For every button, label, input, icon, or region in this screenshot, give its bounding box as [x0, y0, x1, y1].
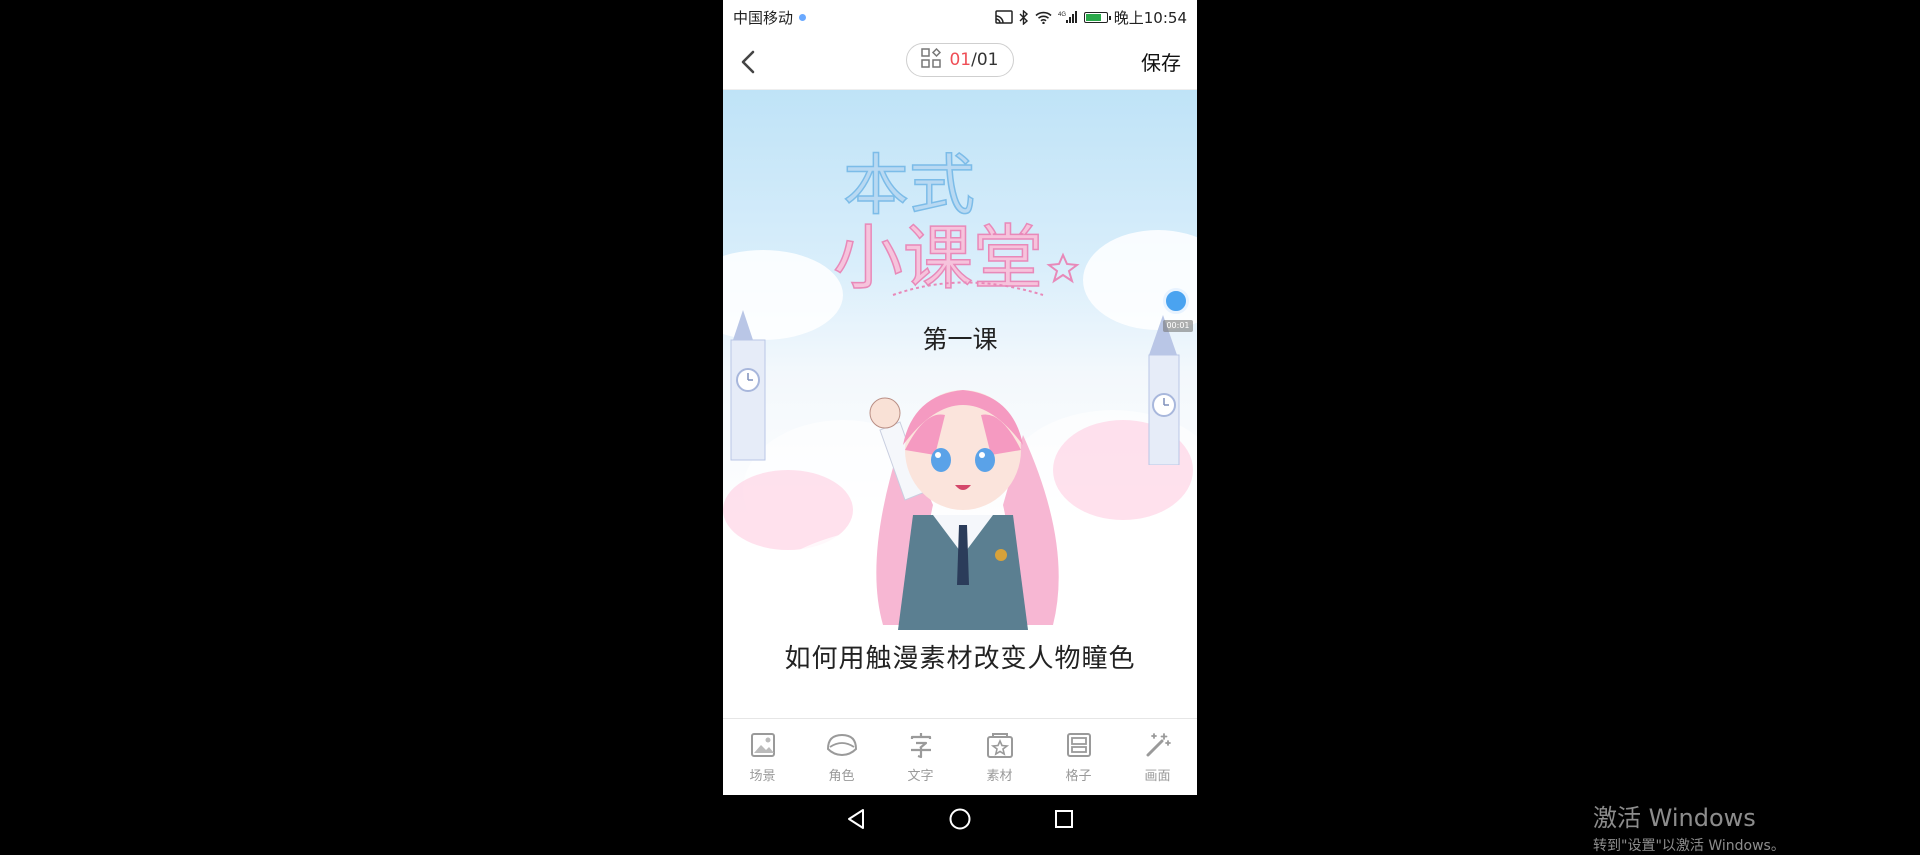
tool-character[interactable]: 角色 — [807, 731, 877, 784]
star-icon — [1046, 252, 1080, 284]
page-total: 01 — [976, 50, 999, 70]
anime-girl-character — [869, 390, 1059, 630]
tool-label: 角色 — [828, 768, 855, 784]
panel-icon — [1066, 732, 1091, 757]
tool-label: 格子 — [1065, 768, 1092, 784]
nav-recents-button[interactable] — [1049, 804, 1079, 834]
nav-home-button[interactable] — [945, 804, 975, 834]
windows-activation-watermark: 激活 Windows 转到"设置"以激活 Windows。 — [1593, 798, 1785, 855]
chevron-left-icon — [741, 50, 755, 74]
clock: 晚上10:54 — [1113, 8, 1187, 27]
carrier-name: 中国移动 — [733, 8, 794, 27]
status-right: 4G 晚上10:54 — [995, 7, 1187, 28]
page-current: 01 — [949, 50, 972, 70]
save-button[interactable]: 保存 — [1141, 47, 1181, 76]
grid-icon — [921, 47, 942, 73]
logo-line1: 本式 — [843, 147, 975, 224]
character-icon — [826, 733, 857, 756]
svg-text:4G: 4G — [1058, 12, 1066, 18]
tool-label: 场景 — [749, 768, 776, 784]
tool-scene[interactable]: 场景 — [728, 731, 798, 784]
android-nav-bar — [723, 795, 1197, 843]
material-icon — [986, 732, 1013, 758]
page-counter: 01/01 — [949, 50, 998, 70]
tool-text[interactable]: 文字 — [886, 731, 956, 784]
tool-panel[interactable]: 格子 — [1044, 731, 1114, 784]
wifi-icon — [1035, 11, 1052, 24]
lesson-logo: 本式 小课堂 — [833, 146, 1080, 300]
status-left: 中国移动 — [733, 7, 807, 28]
watermark-subtitle: 转到"设置"以激活 Windows。 — [1593, 838, 1785, 854]
watermark-title: 激活 Windows — [1593, 804, 1756, 832]
editor-top-bar: 01/01 保存 — [723, 34, 1197, 90]
page-selector[interactable]: 01/01 — [906, 43, 1014, 77]
notification-dot-icon — [799, 13, 807, 21]
floating-record-button[interactable] — [1163, 288, 1189, 314]
floating-record-time: 00:01 — [1163, 320, 1193, 332]
cast-icon — [995, 10, 1013, 24]
bluetooth-icon — [1019, 9, 1029, 25]
tool-label: 素材 — [986, 768, 1013, 784]
signal-icon: 4G — [1058, 10, 1078, 24]
text-icon — [910, 732, 931, 758]
tool-label: 画面 — [1144, 768, 1171, 784]
nav-back-button[interactable] — [841, 804, 871, 834]
editor-toolbar: 场景 角色 文字 素材 格子 画面 — [723, 718, 1197, 795]
battery-icon — [1083, 11, 1111, 23]
tool-material[interactable]: 素材 — [965, 731, 1035, 784]
circle-home-icon — [949, 808, 971, 830]
status-bar: 中国移动 4G 晚上10:54 — [723, 0, 1197, 34]
phone-screen: 中国移动 4G 晚上10:54 01/01 保存 本式 小课堂 第一课 如何用触… — [723, 0, 1197, 843]
back-button[interactable] — [735, 48, 763, 76]
lesson-number: 第一课 — [922, 325, 998, 354]
triangle-back-icon — [848, 809, 864, 829]
tool-label: 文字 — [907, 768, 934, 784]
square-recents-icon — [1055, 810, 1073, 828]
tool-frame[interactable]: 画面 — [1123, 731, 1193, 784]
magic-wand-icon — [1146, 732, 1171, 756]
scene-icon — [750, 732, 775, 757]
lesson-title: 如何用触漫素材改变人物瞳色 — [784, 644, 1136, 674]
comic-canvas[interactable]: 本式 小课堂 第一课 如何用触漫素材改变人物瞳色 00:01 — [723, 90, 1197, 718]
